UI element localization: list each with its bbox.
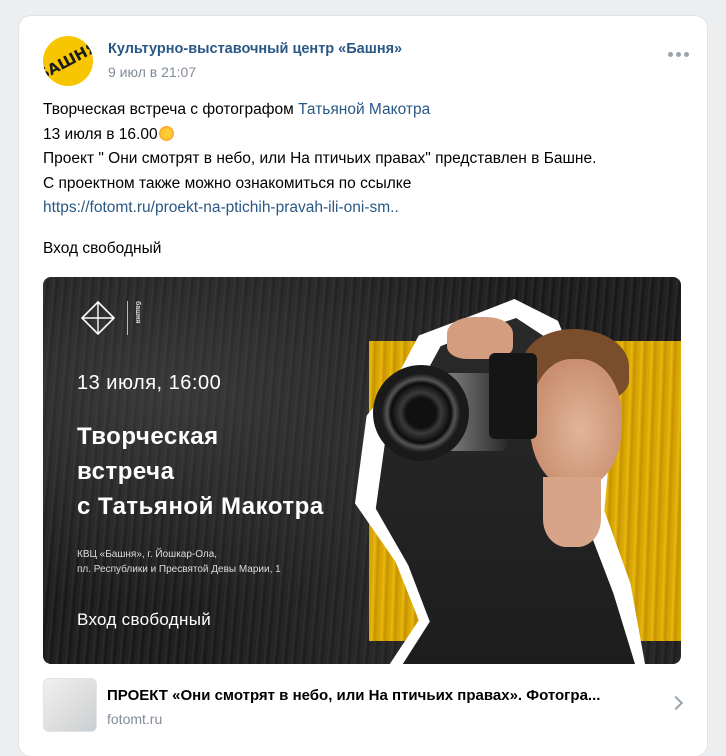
photographer-face [530,359,622,489]
project-url-link[interactable]: https://fotomt.ru/proekt-na-ptichih-prav… [43,199,399,216]
post-line-4: С проектном также можно ознакомиться по … [43,174,412,192]
post-free-entry: Вход свободный [43,240,162,257]
event-poster-image[interactable]: башня 13 июля, 16:00 Творческая встреча … [43,277,681,664]
photographer-link[interactable]: Татьяной Макотра [298,101,430,118]
camera-body [489,353,537,439]
sun-icon [158,125,174,141]
poster-date: 13 июля, 16:00 [77,372,222,394]
poster-title: Творческая встреча с Татьяной Макотра [77,423,324,520]
link-title[interactable]: ПРОЕКТ «Они смотрят в небо, или На птичь… [107,687,657,704]
post-text: Творческая встреча с фотографом Татьяной… [43,98,683,221]
tower-logo-icon [81,301,115,335]
post-date[interactable]: 9 июл в 21:07 [108,64,196,80]
photographer-neck [543,477,601,547]
avatar-logo-text: БАШНЯ [43,37,93,84]
post-card: БАШНЯ Культурно-выставочный центр «Башня… [19,16,707,756]
post-line-2: 13 июля в 16.00 [43,125,158,143]
poster-logo-wordmark: башня [127,301,141,335]
chevron-right-icon[interactable] [668,695,684,711]
author-name[interactable]: Культурно-выставочный центр «Башня» [108,41,402,57]
link-thumbnail [43,678,97,732]
author-avatar[interactable]: БАШНЯ [43,36,93,86]
more-icon[interactable] [668,52,689,57]
post-line-1: Творческая встреча с фотографом [43,101,299,118]
link-snippet[interactable]: ПРОЕКТ «Они смотрят в небо, или На птичь… [43,678,684,738]
camera-lens-icon [373,365,469,461]
poster-free-entry: Вход свободный [77,610,212,629]
link-domain: fotomt.ru [107,711,163,727]
poster-address: КВЦ «Башня», г. Йошкар-Ола, пл. Республи… [77,549,281,575]
post-line-3: Проект " Они смотрят в небо, или На птич… [43,150,597,167]
